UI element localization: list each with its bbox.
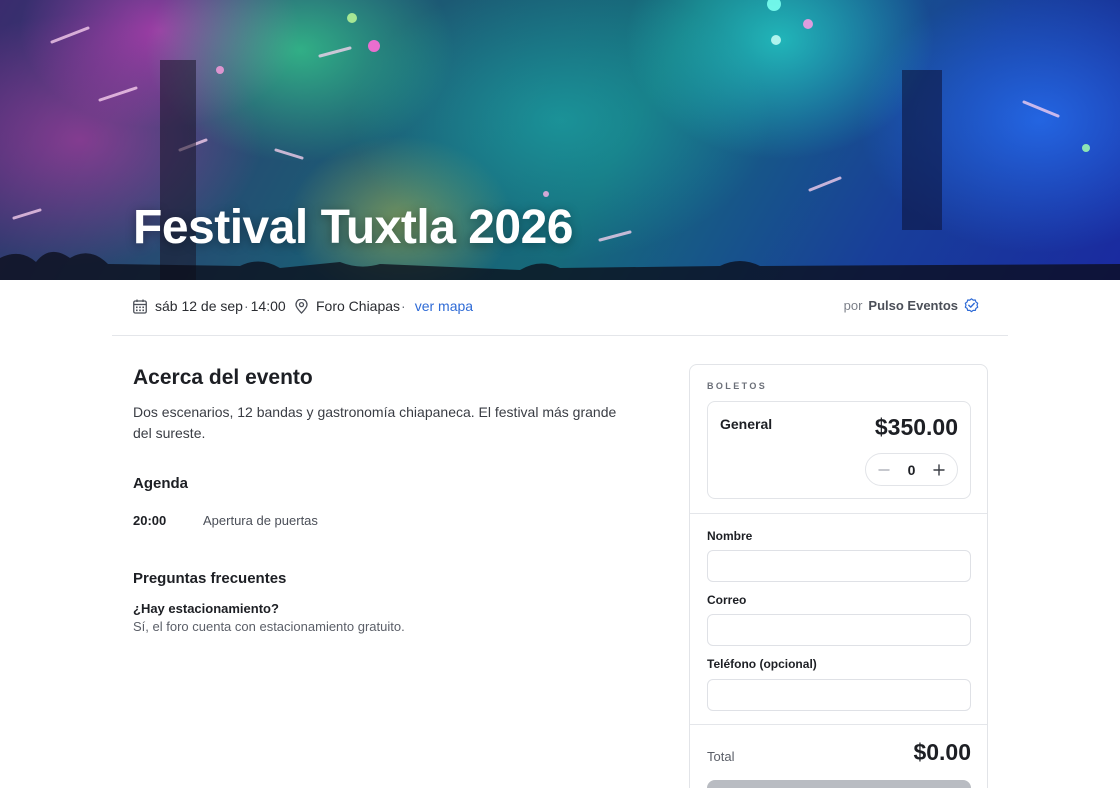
event-date: sáb 12 de sep · 14:00 <box>133 298 286 314</box>
ticket-price: $350.00 <box>874 414 958 440</box>
panel-divider <box>690 724 987 725</box>
agenda-heading: Agenda <box>133 475 189 492</box>
map-pin-icon <box>295 298 308 314</box>
total-label: Total <box>707 749 735 764</box>
event-meta-bar: sáb 12 de sep · 14:00 Foro Chiapas · ver… <box>112 280 1008 336</box>
view-map-link[interactable]: ver mapa <box>415 298 473 314</box>
minus-icon <box>878 468 890 471</box>
faq-question: ¿Hay estacionamiento? <box>133 601 279 616</box>
decrement-button[interactable] <box>877 463 891 477</box>
event-organizer: por Pulso Eventos <box>844 298 987 313</box>
faq-answer: Sí, el foro cuenta con estacionamiento g… <box>133 619 405 634</box>
ticket-panel: BOLETOS General $350.00 0 Nombre Correo … <box>689 364 988 788</box>
ticket-name: General <box>720 416 773 432</box>
email-input[interactable] <box>707 614 971 646</box>
about-heading: Acerca del evento <box>133 366 313 389</box>
about-description: Dos escenarios, 12 bandas y gastronomía … <box>133 404 617 441</box>
purchase-button[interactable] <box>707 780 971 788</box>
event-location: Foro Chiapas · ver mapa <box>295 298 473 314</box>
organizer-prefix: por <box>843 298 863 313</box>
increment-button[interactable] <box>932 463 946 477</box>
ticket-card: General $350.00 0 <box>707 401 971 499</box>
event-date-text: sáb 12 de sep <box>155 298 243 314</box>
verified-check-icon <box>964 298 979 313</box>
panel-divider <box>690 513 987 514</box>
quantity-value: 0 <box>907 461 916 478</box>
meta-separator: · <box>401 298 406 314</box>
tickets-heading: BOLETOS <box>707 381 768 391</box>
agenda-time: 20:00 <box>133 513 167 528</box>
event-time-text: 14:00 <box>250 298 286 314</box>
quantity-stepper: 0 <box>865 453 958 486</box>
organizer-name[interactable]: Pulso Eventos <box>868 298 958 313</box>
plus-icon <box>933 463 945 476</box>
faq-heading: Preguntas frecuentes <box>133 570 287 587</box>
venue-name: Foro Chiapas <box>316 298 401 314</box>
phone-input[interactable] <box>707 679 971 711</box>
agenda-item: 20:00 Apertura de puertas <box>133 513 318 528</box>
name-input[interactable] <box>707 550 971 582</box>
phone-label: Teléfono (opcional) <box>707 657 817 671</box>
email-label: Correo <box>707 593 747 607</box>
meta-separator: · <box>243 298 249 314</box>
hero-banner: Festival Tuxtla 2026 <box>0 0 1120 280</box>
agenda-label: Apertura de puertas <box>203 513 318 528</box>
total-value: $0.00 <box>913 739 971 765</box>
event-title: Festival Tuxtla 2026 <box>133 201 574 254</box>
calendar-icon <box>133 299 147 314</box>
name-label: Nombre <box>707 529 753 543</box>
